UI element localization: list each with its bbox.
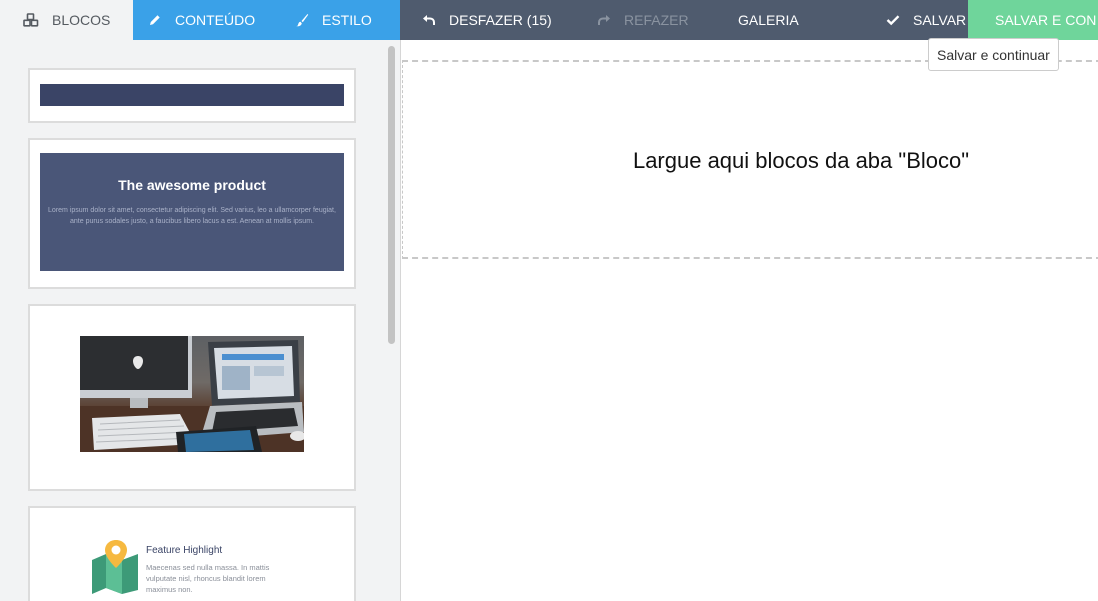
hero-text: Lorem ipsum dolor sit amet, consectetur …: [48, 207, 336, 225]
redo-button[interactable]: REFAZER: [575, 0, 708, 40]
save-and-continue-tooltip: Salvar e continuar: [928, 38, 1059, 71]
undo-icon: [423, 15, 435, 25]
hero-preview: The awesome product Lorem ipsum dolor si…: [40, 153, 344, 271]
block-image[interactable]: [28, 304, 356, 491]
workspace-photo: [80, 336, 304, 452]
block-feature[interactable]: Feature Highlight Maecenas sed nulla mas…: [28, 506, 356, 601]
block-hero[interactable]: The awesome product Lorem ipsum dolor si…: [28, 138, 356, 289]
tab-content[interactable]: CONTEÚDO: [133, 0, 267, 40]
gallery-label: GALERIA: [738, 12, 799, 28]
cubes-icon: [23, 13, 39, 27]
save-button[interactable]: SALVAR: [863, 0, 968, 40]
blocks-sidebar: The awesome product Lorem ipsum dolor si…: [0, 40, 401, 601]
feature-title: Feature Highlight: [146, 545, 223, 556]
tab-blocks-label: BLOCOS: [52, 12, 111, 28]
save-and-continue-button[interactable]: SALVAR E CON: [968, 0, 1098, 40]
drop-zone-message: Largue aqui blocos da aba "Bloco": [632, 148, 970, 173]
separator-bar-preview: [40, 84, 344, 106]
editor-toolbar: BLOCOS CONTEÚDO ESTILO DESFAZER (15) REF…: [0, 0, 1098, 40]
pencil-icon: [150, 15, 160, 25]
gallery-button[interactable]: GALERIA: [708, 0, 863, 40]
hero-title: The awesome product: [118, 177, 266, 193]
tab-content-label: CONTEÚDO: [175, 12, 256, 28]
redo-icon: [598, 15, 610, 25]
check-icon: [886, 15, 900, 26]
redo-label: REFAZER: [624, 12, 689, 28]
tab-style-label: ESTILO: [322, 12, 372, 28]
map-pin-icon: [92, 540, 138, 594]
canvas-drop-zone[interactable]: Largue aqui blocos da aba "Bloco": [402, 60, 1098, 259]
tab-style[interactable]: ESTILO: [267, 0, 400, 40]
feature-text: Maecenas sed nulla massa. In mattis vulp…: [146, 563, 270, 594]
sidebar-scrollbar[interactable]: [388, 46, 395, 344]
tab-blocks[interactable]: BLOCOS: [0, 0, 133, 40]
block-separator-bar[interactable]: [28, 68, 356, 123]
undo-label: DESFAZER (15): [449, 12, 552, 28]
undo-button[interactable]: DESFAZER (15): [400, 0, 575, 40]
paintbrush-icon: [296, 14, 309, 27]
save-label: SALVAR: [913, 12, 967, 28]
save-and-continue-label: SALVAR E CON: [995, 12, 1097, 28]
